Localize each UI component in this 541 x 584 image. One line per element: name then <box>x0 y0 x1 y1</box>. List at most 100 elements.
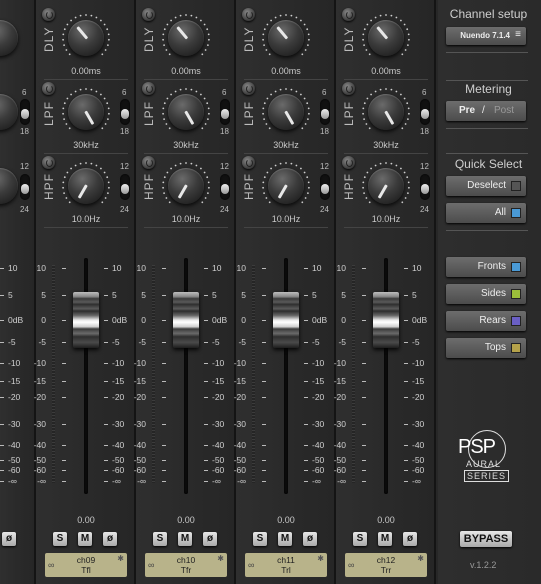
deselect-indicator <box>511 181 521 191</box>
lpf-power-icon[interactable] <box>342 82 355 95</box>
fader-handle[interactable] <box>273 292 299 348</box>
fader-scale-left-label: -30 <box>33 419 46 429</box>
fader-scale-left-label: -5 <box>138 337 146 347</box>
phase-button[interactable]: ø <box>103 532 117 546</box>
solo-button[interactable]: S <box>153 532 167 546</box>
dly-value: 0.00ms <box>71 66 101 76</box>
hpf-slope-switch[interactable] <box>20 174 30 200</box>
dly-knob[interactable] <box>260 12 312 64</box>
level-meter <box>352 265 355 483</box>
channel-strip-ch12: DLY 0.00ms LPF 30kHz HPF 10.0Hz 6 18 12 24 10 5 0… <box>334 0 436 584</box>
hpf-knob[interactable] <box>60 160 112 212</box>
fronts-button[interactable]: Fronts <box>446 257 526 277</box>
fader-handle[interactable] <box>173 292 199 348</box>
phase-button[interactable]: ø <box>203 532 217 546</box>
lpf-knob[interactable] <box>160 86 212 138</box>
dly-knob[interactable] <box>360 12 412 64</box>
dly-label: DLY <box>342 26 356 52</box>
fader-scale-left-label: -20 <box>333 392 346 402</box>
solo-button[interactable]: S <box>253 532 267 546</box>
lpf-slope-switch[interactable] <box>320 99 330 125</box>
channel-setup-dropdown[interactable]: Nuendo 7.1.4 ≡ <box>446 27 526 45</box>
fader-scale-left-label: -50 <box>233 455 246 465</box>
channel-strip-ch11: DLY 0.00ms LPF 30kHz HPF 10.0Hz 6 18 12 24 10 5 0… <box>234 0 336 584</box>
fader-handle[interactable] <box>73 292 99 348</box>
hpf-power-icon[interactable] <box>42 156 55 169</box>
all-button[interactable]: All <box>446 203 526 223</box>
lpf-label: LPF <box>342 100 356 126</box>
hpf-slope-bottom-label: 24 <box>220 205 229 214</box>
metering-toggle[interactable]: Pre / Post <box>446 101 526 121</box>
phase-button[interactable]: ø <box>303 532 317 546</box>
lpf-slope-switch[interactable] <box>420 99 430 125</box>
lpf-slope-switch[interactable] <box>120 99 130 125</box>
lpf-power-icon[interactable] <box>142 82 155 95</box>
level-meter <box>152 265 155 483</box>
metering-post[interactable]: Post <box>494 105 514 116</box>
fader-scale-left-label: -∞ <box>337 476 346 486</box>
fader-scale-left-label: 10 <box>136 263 146 273</box>
solo-button[interactable]: S <box>53 532 67 546</box>
lpf-knob[interactable] <box>260 86 312 138</box>
lpf-power-icon[interactable] <box>242 82 255 95</box>
fader-scale-left-label: -60 <box>233 465 246 475</box>
fader-scale-left-label: -60 <box>33 465 46 475</box>
hpf-power-icon[interactable] <box>342 156 355 169</box>
mute-button[interactable]: M <box>178 532 192 546</box>
channel-name-plate[interactable]: ∞ ✱ ch12 Trr <box>345 553 427 577</box>
dly-power-icon[interactable] <box>42 8 55 21</box>
hpf-power-icon[interactable] <box>242 156 255 169</box>
channel-strip-ch09: DLY 0.00ms LPF 30kHz HPF 10.0Hz 6 18 12 24 10 5 0… <box>34 0 136 584</box>
hpf-knob[interactable] <box>160 160 212 212</box>
bypass-button[interactable]: BYPASS <box>460 531 512 547</box>
deselect-button[interactable]: Deselect <box>446 176 526 196</box>
channel-setup-title: Channel setup <box>449 7 528 21</box>
menu-icon: ≡ <box>515 29 521 40</box>
lpf-knob[interactable] <box>360 86 412 138</box>
sides-button[interactable]: Sides <box>446 284 526 304</box>
tops-button[interactable]: Tops <box>446 338 526 358</box>
lpf-slope-switch[interactable] <box>20 99 30 125</box>
dly-value: 0.00ms <box>271 66 301 76</box>
fader-handle[interactable] <box>373 292 399 348</box>
hpf-knob[interactable] <box>360 160 412 212</box>
fader-scale-left-label: -5 <box>38 337 46 347</box>
hpf-slope-switch[interactable] <box>120 174 130 200</box>
lpf-power-icon[interactable] <box>42 82 55 95</box>
dly-power-icon[interactable] <box>242 8 255 21</box>
dly-knob[interactable] <box>60 12 112 64</box>
fader-scale-left-label: 0 <box>41 315 46 325</box>
hpf-knob[interactable] <box>260 160 312 212</box>
hpf-slope-bottom-label: 24 <box>20 205 29 214</box>
channel-name-plate[interactable]: ∞ ✱ ch11 Trl <box>245 553 327 577</box>
channel-name-plate[interactable]: ∞ ✱ ch09 Tfl <box>45 553 127 577</box>
fader-scale-left-label: 5 <box>241 290 246 300</box>
mute-button[interactable]: M <box>378 532 392 546</box>
channel-setup-value: Nuendo 7.1.4 <box>460 31 510 40</box>
dly-power-icon[interactable] <box>342 8 355 21</box>
mute-button[interactable]: M <box>78 532 92 546</box>
version-label: v.1.2.2 <box>470 560 497 570</box>
lpf-label: LPF <box>42 100 56 126</box>
fader-scale-left-label: 5 <box>41 290 46 300</box>
mute-button[interactable]: M <box>278 532 292 546</box>
hpf-slope-switch[interactable] <box>420 174 430 200</box>
hpf-value: 10.0Hz <box>71 214 101 224</box>
phase-button[interactable]: ø <box>403 532 417 546</box>
channel-name-plate[interactable]: ∞ ✱ ch10 Tfr <box>145 553 227 577</box>
solo-button[interactable]: S <box>353 532 367 546</box>
dly-knob[interactable] <box>0 12 26 64</box>
mixer: 6 18 12 24 ø 10 5 0dB -5 -10 -15 -20 -30 -40 -50-… <box>0 0 541 584</box>
link-icon: ∞ <box>348 560 355 570</box>
rears-button[interactable]: Rears <box>446 311 526 331</box>
dly-power-icon[interactable] <box>142 8 155 21</box>
lpf-slope-switch[interactable] <box>220 99 230 125</box>
metering-pre[interactable]: Pre <box>459 105 475 116</box>
hpf-label: HPF <box>42 173 56 200</box>
lpf-knob[interactable] <box>60 86 112 138</box>
hpf-power-icon[interactable] <box>142 156 155 169</box>
hpf-slope-switch[interactable] <box>220 174 230 200</box>
dly-knob[interactable] <box>160 12 212 64</box>
phase-button[interactable]: ø <box>2 532 16 546</box>
hpf-slope-switch[interactable] <box>320 174 330 200</box>
